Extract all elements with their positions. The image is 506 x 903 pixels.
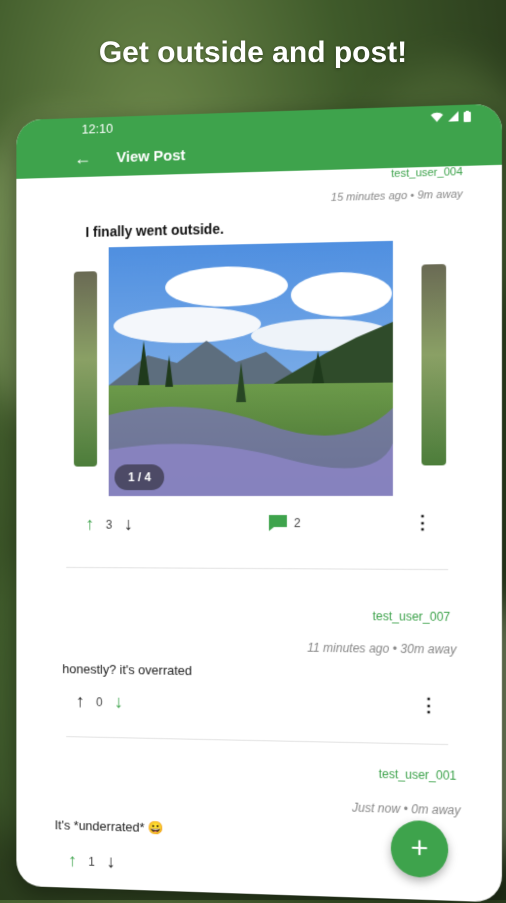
comment-vote-bar: ↑ 0 ↓ [76,691,123,713]
comment-text: honestly? it's overrated [62,661,192,679]
image-carousel[interactable]: 1 / 4 [53,239,463,498]
app-screen: 12:10 ← View Post test_user_004 15 minut… [16,103,502,903]
post-vote-count: 3 [105,517,113,532]
upvote-arrow-icon[interactable]: ↑ [85,514,94,535]
post-meta: 15 minutes ago • 9m away [330,188,463,204]
comment-vote-count: 1 [88,854,95,869]
comment-username[interactable]: test_user_001 [379,767,457,783]
add-comment-fab[interactable]: + [390,819,449,879]
downvote-arrow-icon[interactable]: ↓ [114,692,123,713]
image-counter-badge: 1 / 4 [114,464,165,491]
app-bar-title: View Post [116,146,186,166]
post-vote-bar: ↑ 3 ↓ [85,514,132,535]
comment-divider [66,736,449,746]
upvote-arrow-icon[interactable]: ↑ [68,850,77,871]
status-icons [430,110,471,123]
comment-text: It's *underrated* 😀 [54,817,164,836]
back-arrow-icon[interactable]: ← [74,148,91,169]
comment-meta: 11 minutes ago • 30m away [307,640,457,657]
comment-meta: Just now • 0m away [352,800,461,818]
upvote-arrow-icon[interactable]: ↑ [76,691,85,712]
comment-bubble-icon [268,515,287,532]
phone-frame: 12:10 ← View Post test_user_004 15 minut… [16,103,502,903]
battery-icon [463,110,471,122]
comment-vote-bar: ↑ 1 ↓ [68,850,115,872]
previous-image-peek[interactable] [73,271,98,467]
status-time: 12:10 [81,120,114,137]
comment-vote-count: 0 [96,694,103,709]
post-card: test_user_004 15 minutes ago • 9m away I… [53,166,463,498]
post-more-options-icon[interactable]: ⋮ [413,512,431,533]
downvote-arrow-icon[interactable]: ↓ [124,514,133,535]
post-image[interactable]: 1 / 4 [108,240,393,497]
downvote-arrow-icon[interactable]: ↓ [106,851,115,872]
post-comment-count: 2 [293,516,301,531]
signal-icon [448,111,459,122]
post-divider [66,566,449,571]
post-title: I finally went outside. [85,220,224,240]
comment-more-options-icon[interactable]: ⋮ [419,695,437,717]
comment-username[interactable]: test_user_007 [373,609,451,624]
post-comments-indicator[interactable]: 2 [268,514,301,532]
next-image-peek[interactable] [421,264,447,466]
promo-headline: Get outside and post! [98,36,408,69]
wifi-icon [430,112,444,123]
landscape-image [108,240,393,497]
